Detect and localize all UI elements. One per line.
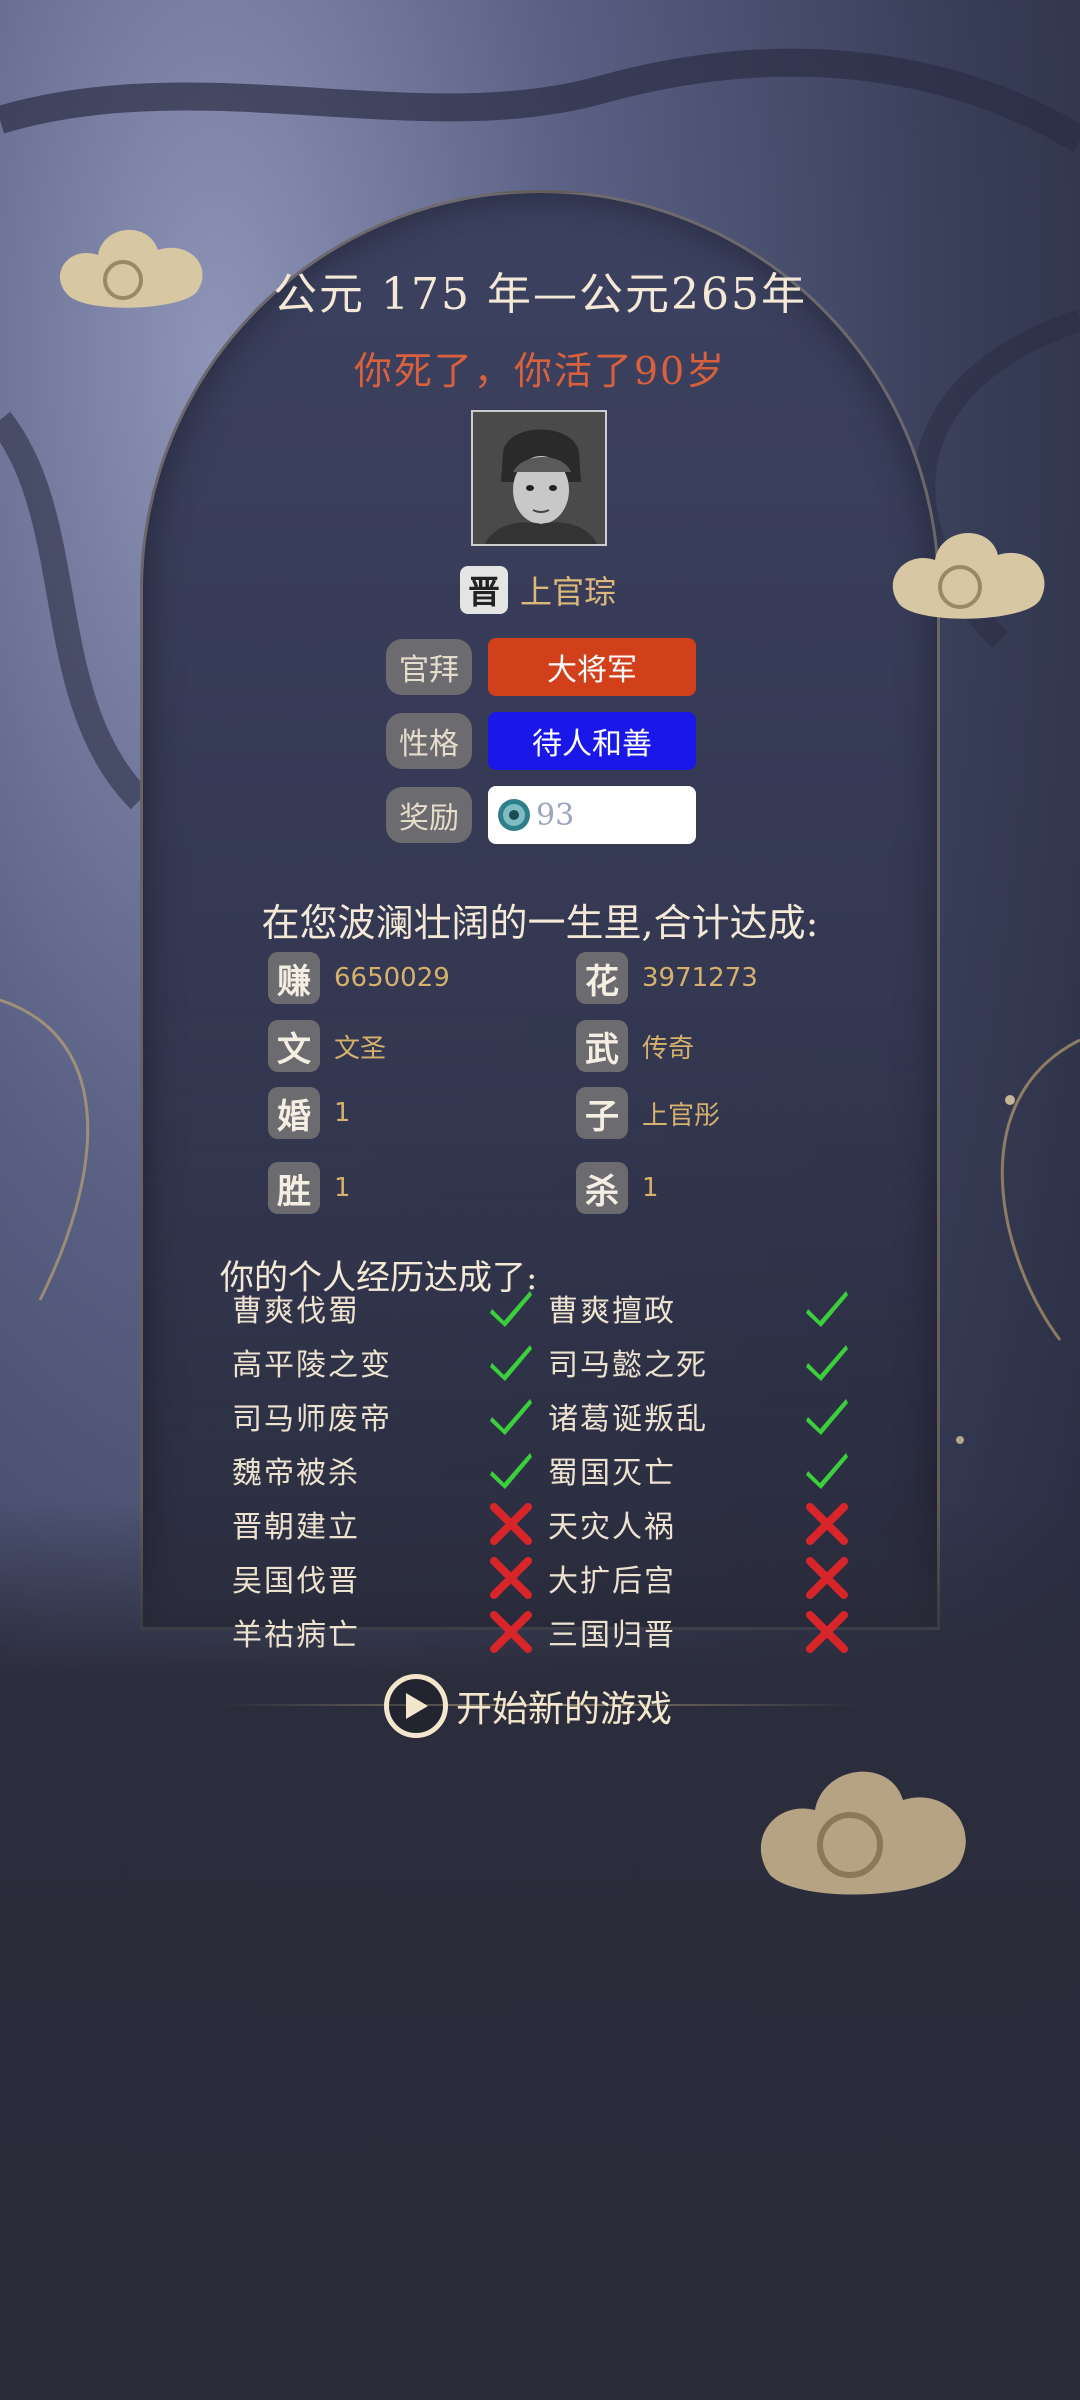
jade-coin-icon bbox=[498, 799, 530, 831]
stat-value: 3971273 bbox=[642, 963, 758, 993]
attribute-personality-row: 性格 待人和善 bbox=[386, 712, 696, 770]
stat-badge: 杀 bbox=[576, 1162, 628, 1214]
stat-value: 文圣 bbox=[334, 1033, 387, 1064]
checkmark-icon bbox=[490, 1453, 532, 1489]
attribute-reward-row: 奖励 93 bbox=[386, 786, 696, 844]
cross-icon bbox=[490, 1557, 532, 1599]
cloud-ornament-bottom-right bbox=[760, 1771, 966, 1895]
lifespan-period: 公元 175 年—公元265年 bbox=[273, 269, 807, 320]
checkmark-icon bbox=[490, 1399, 532, 1435]
cross-icon bbox=[490, 1503, 532, 1545]
cross-icon bbox=[806, 1503, 848, 1545]
death-message: 你死了，你活了90岁 bbox=[353, 349, 727, 393]
experience-label: 诸葛诞叛乱 bbox=[548, 1402, 708, 1437]
stat-badge: 胜 bbox=[268, 1162, 320, 1214]
cross-icon bbox=[490, 1611, 532, 1653]
stat-marriage: 婚 1 bbox=[268, 1087, 351, 1139]
stat-value: 上官彤 bbox=[642, 1100, 721, 1131]
experience-label: 魏帝被杀 bbox=[232, 1456, 360, 1491]
summary-title: 在您波澜壮阔的一生里,合计达成: bbox=[261, 901, 819, 945]
stat-earned: 赚 6650029 bbox=[268, 952, 450, 1004]
checkmark-icon bbox=[806, 1453, 848, 1489]
cloud-ornament-right bbox=[892, 533, 1045, 619]
experience-label: 大扩后宫 bbox=[548, 1564, 676, 1599]
stat-badge: 花 bbox=[576, 952, 628, 1004]
experience-label: 司马懿之死 bbox=[548, 1348, 708, 1383]
stat-literary: 文 文圣 bbox=[268, 1020, 386, 1072]
stat-badge: 赚 bbox=[268, 952, 320, 1004]
experience-label: 羊祜病亡 bbox=[232, 1618, 360, 1653]
stat-kills: 杀 1 bbox=[576, 1162, 659, 1214]
attribute-label: 奖励 bbox=[386, 787, 472, 843]
stat-value: 1 bbox=[334, 1098, 351, 1128]
stat-badge: 文 bbox=[268, 1020, 320, 1072]
play-icon bbox=[384, 1674, 448, 1738]
stat-badge: 婚 bbox=[268, 1087, 320, 1139]
checkmark-icon bbox=[806, 1291, 848, 1327]
attribute-label: 官拜 bbox=[386, 639, 472, 695]
experience-label: 曹爽伐蜀 bbox=[232, 1294, 360, 1329]
personality-value: 待人和善 bbox=[488, 712, 696, 770]
stat-badge: 武 bbox=[576, 1020, 628, 1072]
experience-label: 曹爽擅政 bbox=[548, 1294, 676, 1329]
attribute-rank-row: 官拜 大将军 bbox=[386, 638, 696, 696]
cross-icon bbox=[806, 1557, 848, 1599]
stat-children: 子 上官彤 bbox=[576, 1087, 720, 1139]
reward-amount: 93 bbox=[536, 797, 575, 833]
stat-spent: 花 3971273 bbox=[576, 952, 758, 1004]
experience-label: 天灾人祸 bbox=[548, 1510, 676, 1545]
stat-value: 6650029 bbox=[334, 963, 450, 993]
stat-martial: 武 传奇 bbox=[576, 1020, 694, 1072]
experience-label: 吴国伐晋 bbox=[232, 1564, 360, 1599]
new-game-label: 开始新的游戏 bbox=[456, 1689, 673, 1730]
bottom-fog bbox=[0, 1500, 1080, 2400]
stat-value: 1 bbox=[334, 1173, 351, 1203]
checkmark-icon bbox=[806, 1345, 848, 1381]
checkmark-icon bbox=[490, 1345, 532, 1381]
experience-label: 晋朝建立 bbox=[232, 1510, 360, 1545]
experience-label: 高平陵之变 bbox=[232, 1348, 392, 1383]
checkmark-icon bbox=[490, 1291, 532, 1327]
experience-label: 三国归晋 bbox=[548, 1618, 676, 1653]
character-portrait bbox=[471, 410, 607, 546]
faction-badge: 晋 bbox=[460, 566, 508, 614]
reward-value: 93 bbox=[488, 786, 696, 844]
armored-warrior-portrait-icon bbox=[473, 412, 605, 544]
stat-victories: 胜 1 bbox=[268, 1162, 351, 1214]
checkmark-icon bbox=[806, 1399, 848, 1435]
character-name-row: 晋 上官琮 bbox=[460, 566, 616, 614]
experience-label: 蜀国灭亡 bbox=[548, 1456, 676, 1491]
stat-value: 传奇 bbox=[642, 1033, 695, 1064]
stat-badge: 子 bbox=[576, 1087, 628, 1139]
stat-value: 1 bbox=[642, 1173, 659, 1203]
character-name: 上官琮 bbox=[520, 573, 617, 611]
new-game-button[interactable]: 开始新的游戏 bbox=[384, 1674, 672, 1738]
cross-icon bbox=[806, 1611, 848, 1653]
attribute-label: 性格 bbox=[386, 713, 472, 769]
experience-label: 司马师废帝 bbox=[232, 1402, 392, 1437]
rank-value: 大将军 bbox=[488, 638, 696, 696]
